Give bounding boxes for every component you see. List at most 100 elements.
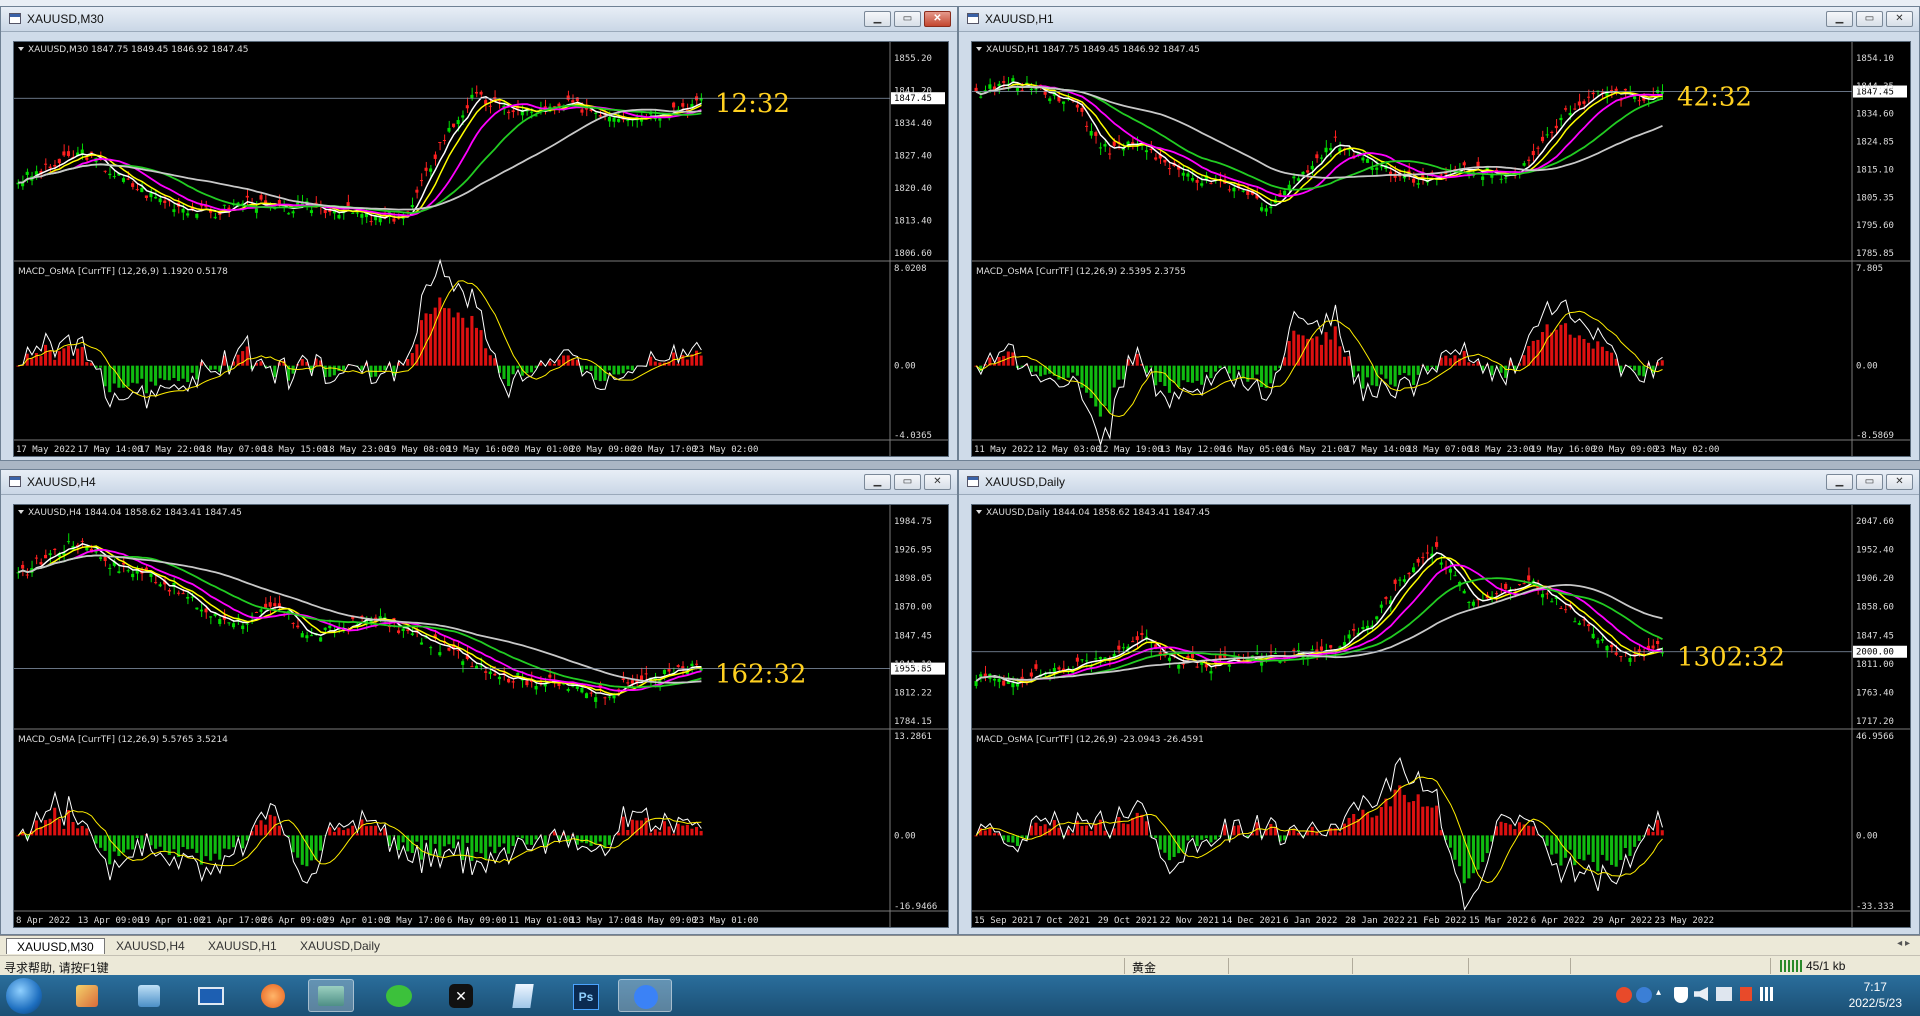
candle-body: [607, 696, 611, 698]
speaker-icon[interactable]: [1694, 987, 1708, 1001]
candle-body: [126, 178, 130, 180]
macd-histogram-bar: [461, 317, 465, 366]
time-tick-label: 17 May 2022: [16, 445, 76, 455]
taskbar-clock[interactable]: 7:17 2022/5/23: [1849, 979, 1902, 1011]
tab-xauusd-h4[interactable]: XAUUSD,H4: [106, 938, 195, 954]
macd-histogram-bar: [529, 835, 534, 845]
macd-histogram-bar: [172, 365, 176, 378]
time-tick-label: 11 May 2022: [974, 445, 1034, 455]
taskbar-users-button[interactable]: [126, 979, 172, 1012]
restore-icon: ▭: [1864, 13, 1875, 24]
taskbar-desktop-button[interactable]: [188, 979, 234, 1012]
macd-histogram-bar: [1200, 835, 1204, 840]
close-button[interactable]: ✕: [1886, 474, 1913, 490]
price-tick-label: 1834.60: [1856, 110, 1894, 120]
chart-area[interactable]: 1847.45 1854.10 1844.35 1834.60 1824.85 1815.…: [971, 41, 1911, 457]
chart-window-m30[interactable]: XAUUSD,M30 ▁ ▭ ✕ 1847.45 1855.20 1841.20 18…: [0, 6, 958, 461]
tab-xauusd-h1[interactable]: XAUUSD,H1: [198, 938, 287, 954]
window-titlebar[interactable]: XAUUSD,Daily ▁ ▭ ✕: [959, 470, 1919, 495]
shield-icon[interactable]: [1674, 987, 1688, 1003]
candle-body: [1029, 672, 1033, 677]
minimize-button[interactable]: ▁: [1826, 11, 1853, 27]
macd-histogram-bar: [1038, 826, 1043, 836]
candle-body: [1550, 131, 1554, 134]
macd-histogram-bar: [1158, 835, 1162, 850]
macd-histogram-bar: [598, 835, 602, 842]
macd-histogram-bar: [1112, 365, 1116, 388]
window-titlebar[interactable]: XAUUSD,M30 ▁ ▭ ✕: [1, 7, 957, 32]
close-button[interactable]: ✕: [924, 474, 951, 490]
macd-histogram-bar: [1038, 365, 1043, 377]
maximize-button[interactable]: ▭: [894, 11, 921, 27]
macd-histogram-bar: [1186, 365, 1190, 383]
candle-body: [1527, 159, 1531, 161]
flag-icon[interactable]: [1740, 987, 1752, 1001]
macd-histogram-bar: [1587, 342, 1591, 366]
chart-area[interactable]: 1955.85 1984.75 1926.95 1898.05 1870.00 1847.…: [13, 504, 949, 928]
taskbar-photoshop-button[interactable]: Ps: [562, 979, 608, 1012]
candle-body: [1002, 81, 1006, 83]
macd-histogram-bar: [1356, 365, 1360, 372]
macd-histogram-bar: [176, 365, 181, 382]
macd-histogram-bar: [80, 825, 84, 836]
start-orb-icon[interactable]: [6, 978, 42, 1014]
taskbar-feishu-button[interactable]: [618, 979, 672, 1012]
macd-histogram-bar: [176, 835, 181, 857]
close-icon: ✕: [1895, 476, 1904, 487]
window-titlebar[interactable]: XAUUSD,H1 ▁ ▭ ✕: [959, 7, 1919, 32]
taskbar-wechat-button[interactable]: [376, 979, 422, 1012]
macd-histogram-bar: [1195, 365, 1199, 381]
candle-body: [1619, 656, 1623, 658]
candle-body: [163, 200, 167, 203]
macd-histogram-bar: [1407, 802, 1411, 836]
macd-histogram-bar: [374, 825, 378, 836]
maximize-button[interactable]: ▭: [1856, 474, 1883, 490]
taskbar-notepad-button[interactable]: [500, 979, 546, 1012]
taskbar-player-button[interactable]: [250, 979, 296, 1012]
candle-body: [181, 208, 185, 213]
macd-histogram-bar: [1619, 835, 1623, 860]
maximize-button[interactable]: ▭: [1856, 11, 1883, 27]
chart-area[interactable]: 2000.00 2047.60 1952.40 1906.20 1858.60 1847.…: [971, 504, 1911, 928]
taskbar-capcut-button[interactable]: ✕: [438, 979, 484, 1012]
close-button[interactable]: ✕: [1886, 11, 1913, 27]
candle-body: [1421, 556, 1425, 558]
candle-body: [1522, 583, 1526, 585]
macd-histogram-bar: [1135, 353, 1139, 366]
candle-body: [1131, 641, 1135, 643]
chart-window-daily[interactable]: XAUUSD,Daily ▁ ▭ ✕ 2000.00 2047.60 1952.40…: [958, 469, 1920, 935]
candle-body: [1195, 180, 1199, 183]
candle-body: [983, 673, 987, 677]
macd-histogram-bar: [149, 365, 153, 382]
chart-window-h1[interactable]: XAUUSD,H1 ▁ ▭ ✕ 1847.45 1854.10 1844.35 183…: [958, 6, 1920, 461]
chart-window-h4[interactable]: XAUUSD,H4 ▁ ▭ ✕ 1955.85 1984.75 1926.95 189…: [0, 469, 958, 935]
chart-area[interactable]: 1847.45 1855.20 1841.20 1834.40 1827.40 1820.…: [13, 41, 949, 457]
signal-icon[interactable]: [1760, 987, 1776, 1001]
tray-arrow-icon[interactable]: ▴: [1656, 987, 1666, 1001]
macd-histogram-bar: [1467, 362, 1471, 366]
taskbar-metatrader-button[interactable]: [308, 979, 354, 1012]
close-button[interactable]: ✕: [924, 11, 951, 27]
sogou-input-icon[interactable]: [1616, 987, 1632, 1003]
candle-body: [328, 625, 332, 629]
tab-xauusd-m30[interactable]: XAUUSD,M30: [6, 938, 105, 954]
macd-histogram-bar: [1550, 332, 1554, 366]
minimize-button[interactable]: ▁: [1826, 474, 1853, 490]
minimize-button[interactable]: ▁: [864, 11, 891, 27]
taskbar-paint-button[interactable]: [64, 979, 110, 1012]
tab-xauusd-daily[interactable]: XAUUSD,Daily: [290, 938, 390, 954]
window-titlebar[interactable]: XAUUSD,H4 ▁ ▭ ✕: [1, 470, 957, 495]
candle-body: [1494, 593, 1499, 595]
help-icon[interactable]: [1636, 987, 1652, 1003]
candle-body: [1287, 184, 1291, 190]
minimize-button[interactable]: ▁: [864, 474, 891, 490]
candle-body: [626, 682, 630, 684]
maximize-button[interactable]: ▭: [894, 474, 921, 490]
network-icon[interactable]: [1716, 987, 1732, 1001]
macd-histogram-bar: [1250, 365, 1254, 379]
candle-body: [121, 178, 126, 182]
tab-scroll-arrows-icon[interactable]: ◂ ▸: [1897, 938, 1910, 949]
macd-histogram-bar: [30, 358, 34, 366]
candle-body: [1246, 191, 1250, 195]
macd-histogram-bar: [1204, 365, 1208, 373]
